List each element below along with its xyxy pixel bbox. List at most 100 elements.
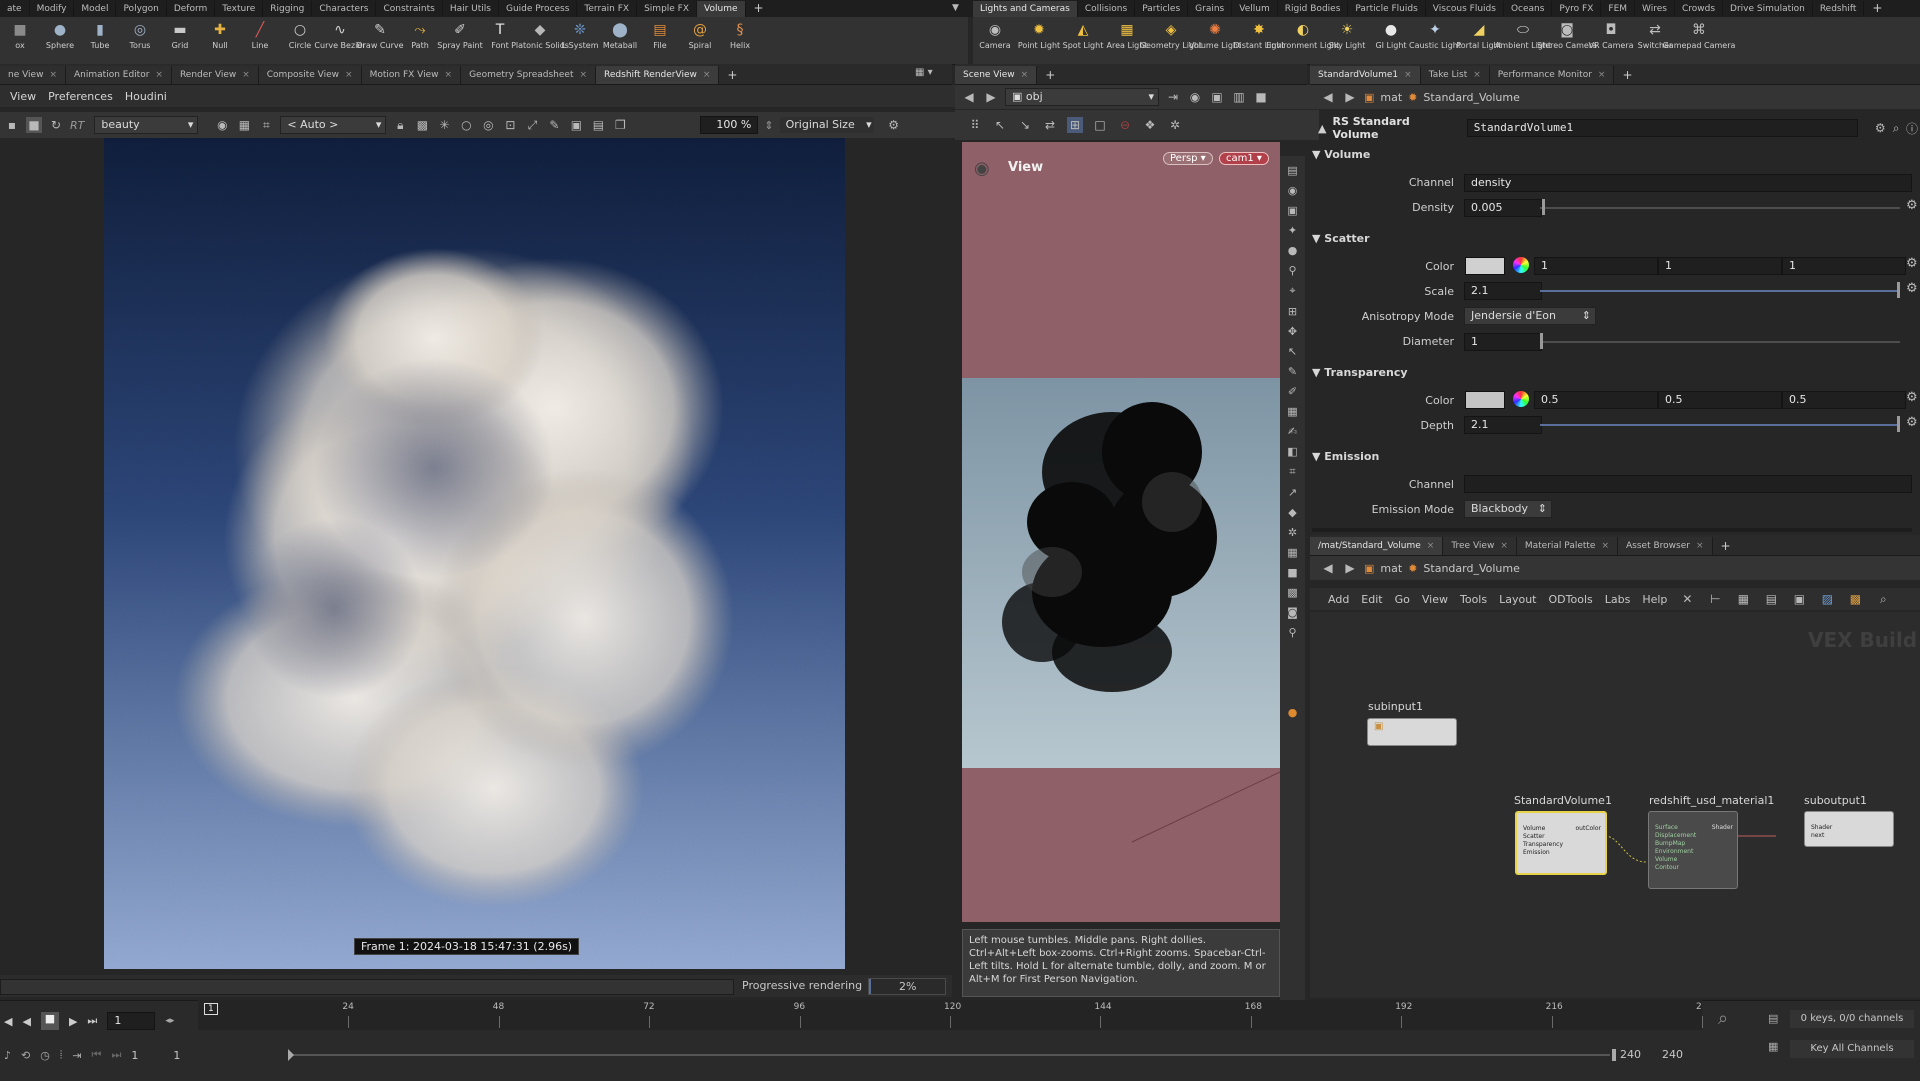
pane-menu-icon[interactable]: ▦ ▾ xyxy=(915,67,933,78)
wrench-icon[interactable]: ✕ xyxy=(1679,591,1695,607)
shelf-tool-helix[interactable]: § Helix xyxy=(720,17,760,64)
add-tab-icon[interactable]: + xyxy=(719,66,745,84)
port-transparency[interactable]: Transparency xyxy=(1517,841,1605,849)
paint-icon[interactable]: ✍ xyxy=(1288,425,1297,438)
tab-ne-view[interactable]: ne View × xyxy=(0,66,67,84)
aov-select[interactable]: beauty ▾ xyxy=(94,116,199,134)
camera-view-icon[interactable]: ◙ xyxy=(1287,606,1298,619)
stop-render-icon[interactable]: ▪ xyxy=(4,117,20,133)
transparency-color-b[interactable]: 0.5 xyxy=(1782,391,1906,409)
back-icon[interactable]: ◀ xyxy=(961,89,977,105)
section-emission[interactable]: ▼ Emission xyxy=(1312,448,1912,466)
tab-asset-browser[interactable]: Asset Browser × xyxy=(1618,537,1713,555)
gear-icon[interactable]: ⚙ xyxy=(1872,120,1888,136)
number-icon[interactable]: ▦ xyxy=(1287,405,1297,418)
grid-icon[interactable]: ▦ xyxy=(1287,546,1297,559)
anisotropy-select[interactable]: Jendersie d'Eon ⇕ xyxy=(1464,307,1596,325)
shelf-tab-volume[interactable]: Volume xyxy=(697,1,746,17)
tab-performance-monitor[interactable]: Performance Monitor × xyxy=(1489,66,1615,84)
depth-slider-handle[interactable] xyxy=(1897,416,1900,432)
depth-field[interactable]: 2.1 xyxy=(1464,416,1542,434)
diameter-field[interactable]: 1 xyxy=(1464,333,1542,351)
shelf-tool-null[interactable]: ✚ Null xyxy=(200,17,240,64)
emission-mode-select[interactable]: Blackbody ⇕ xyxy=(1464,500,1552,518)
path-segment-mat[interactable]: mat xyxy=(1380,91,1402,104)
shelf-tab-drive-simulation[interactable]: Drive Simulation xyxy=(1723,1,1813,17)
shelf-tab-constraints[interactable]: Constraints xyxy=(376,1,443,17)
shelf-tool-metaball[interactable]: ⬤ Metaball xyxy=(600,17,640,64)
list-icon[interactable]: ▤ xyxy=(1763,591,1779,607)
menu-odtools[interactable]: ODTools xyxy=(1549,593,1593,606)
menu-help[interactable]: Help xyxy=(1642,593,1667,606)
shelf-tool-stereo-camera[interactable]: ◙ Stereo Camera xyxy=(1537,17,1597,64)
scatter-color-swatch[interactable] xyxy=(1465,257,1505,275)
close-icon[interactable]: × xyxy=(703,66,711,84)
density-slider[interactable] xyxy=(1540,207,1900,209)
range-end-field[interactable]: 240 xyxy=(1620,1048,1641,1061)
node-suboutput[interactable]: Shader next xyxy=(1804,811,1894,847)
emission-channel-field[interactable] xyxy=(1464,475,1912,493)
menu-layout[interactable]: Layout xyxy=(1499,593,1536,606)
thumbnail-icon[interactable]: ▣ xyxy=(1791,591,1807,607)
shelf-tool-ox[interactable]: ■ ox xyxy=(0,17,40,64)
close-icon[interactable]: × xyxy=(1500,537,1508,555)
color-wheel-icon[interactable] xyxy=(1513,391,1529,407)
save-image-icon[interactable]: ▤ xyxy=(590,117,606,133)
camera-icon[interactable]: ◉ xyxy=(1288,184,1298,197)
shelf-tab-crowds[interactable]: Crowds xyxy=(1675,1,1724,17)
path-segment-node[interactable]: Standard_Volume xyxy=(1423,91,1519,104)
close-icon[interactable]: × xyxy=(445,66,453,84)
gear-icon[interactable]: ⚙ xyxy=(1906,390,1918,405)
cog-icon[interactable]: ✲ xyxy=(1288,526,1297,539)
audio-icon[interactable]: ♪ xyxy=(4,1049,11,1062)
camera-button[interactable]: cam1 ▾ xyxy=(1219,152,1269,165)
shelf-tool-environment-light[interactable]: ◐ Environment Light xyxy=(1266,17,1340,64)
zoom-field[interactable]: 100 % xyxy=(700,116,759,134)
network-icon[interactable]: ❖ xyxy=(1142,117,1158,133)
gear-icon[interactable]: ⚙ xyxy=(886,117,902,133)
image-icon[interactable]: ▨ xyxy=(1819,591,1835,607)
snap-icon[interactable]: ⊞ xyxy=(1288,305,1297,318)
port-contour[interactable]: Contour xyxy=(1649,864,1737,872)
gear-icon[interactable]: ⚙ xyxy=(1906,281,1918,296)
close-icon[interactable]: × xyxy=(155,66,163,84)
shelf-tab-grains[interactable]: Grains xyxy=(1188,1,1233,17)
crop-icon[interactable]: ⌗ xyxy=(258,117,274,133)
snapshot-icon[interactable]: ◉ xyxy=(214,117,230,133)
shelf-tab-simple-fx[interactable]: Simple FX xyxy=(637,1,698,17)
density-slider-handle[interactable] xyxy=(1541,199,1545,215)
jump-end-icon[interactable]: ⏭︎ xyxy=(87,1014,97,1028)
region-icon[interactable]: ▩ xyxy=(414,117,430,133)
shelf-tool-camera[interactable]: ◉ Camera xyxy=(973,17,1017,64)
persp-button[interactable]: Persp ▾ xyxy=(1163,152,1213,165)
frame-step-icon[interactable]: ◂▸ xyxy=(165,1016,174,1026)
select-icon[interactable]: ↖ xyxy=(1288,345,1297,358)
search-icon[interactable]: ⌕ xyxy=(1888,120,1904,136)
shelf-tab-viscous-fluids[interactable]: Viscous Fluids xyxy=(1426,1,1504,17)
range-start-icon[interactable]: ⏮︎ xyxy=(92,1048,102,1062)
box-icon[interactable]: ■ xyxy=(1287,566,1297,579)
node-subinput[interactable]: ▣ xyxy=(1367,718,1457,746)
scatter-color-g[interactable]: 1 xyxy=(1658,257,1782,275)
back-icon[interactable]: ◀ xyxy=(1320,89,1336,105)
shelf-tool-grid[interactable]: ▬ Grid xyxy=(160,17,200,64)
select-icon[interactable]: ↖ xyxy=(992,117,1008,133)
scatter-color-r[interactable]: 1 xyxy=(1534,257,1658,275)
diameter-slider-handle[interactable] xyxy=(1540,333,1543,349)
shelf-tool-platonic-solids[interactable]: ◆ Platonic Solids xyxy=(511,17,569,64)
shelf-tab-oceans[interactable]: Oceans xyxy=(1504,1,1553,17)
size-mode-select[interactable]: Original Size ▾ xyxy=(779,117,874,133)
tab-scene-view[interactable]: Scene View × xyxy=(955,66,1038,84)
node-standard-volume[interactable]: Volume Scatter Transparency Emission out… xyxy=(1515,811,1607,875)
shelf-tab-fem[interactable]: FEM xyxy=(1601,1,1636,17)
shelf-tab-hair-utils[interactable]: Hair Utils xyxy=(443,1,499,17)
network-editor[interactable]: VEX Build subinput1 ▣ StandardVolume1 Vo… xyxy=(1310,612,1920,998)
location-icon[interactable]: ⚲ xyxy=(1288,626,1296,639)
cube-icon[interactable]: ◆ xyxy=(1288,506,1296,519)
close-icon[interactable]: × xyxy=(49,66,57,84)
jump-start-icon[interactable]: ◀ xyxy=(4,1015,12,1028)
play-icon[interactable]: ▶ xyxy=(69,1015,77,1028)
tab-take-list[interactable]: Take List × xyxy=(1420,66,1490,84)
frame-icon[interactable]: ▩ xyxy=(1287,586,1297,599)
tab-mat-standard-volume[interactable]: /mat/Standard_Volume × xyxy=(1310,537,1444,555)
